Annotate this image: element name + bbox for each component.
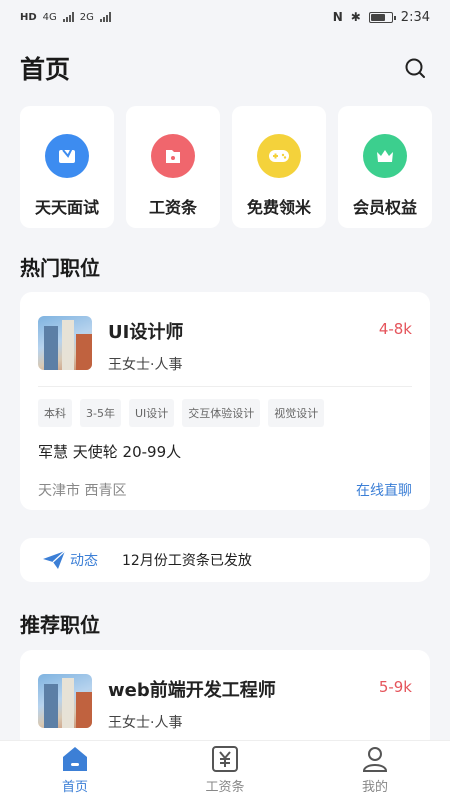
tab-home[interactable]: 首页: [0, 741, 150, 800]
nfc-icon: N: [332, 10, 343, 24]
chat-online-link[interactable]: 在线直聊: [356, 480, 412, 500]
hot-job-card[interactable]: UI设计师 王女士·人事 4-8k 本科 3-5年 UI设计 交互体验设计 视觉…: [20, 292, 430, 510]
job-tag: 3-5年: [80, 399, 121, 427]
tab-payslip[interactable]: 工资条: [150, 741, 300, 800]
status-bar: HD 4G 2G N ✱ 2:34: [0, 0, 450, 34]
recommended-job-card[interactable]: web前端开发工程师 王女士·人事 5-9k: [20, 650, 430, 750]
quick-action-payslip[interactable]: 工资条: [126, 106, 220, 228]
job-info: UI设计师 王女士·人事: [108, 316, 379, 374]
payslip-icon: [151, 134, 195, 178]
tab-bar: 首页 工资条 我的: [0, 740, 450, 800]
job-salary: 4-8k: [378, 320, 412, 338]
job-salary: 5-9k: [378, 678, 412, 696]
signal-2-label: 2G: [79, 11, 94, 23]
signal-icon: [99, 12, 111, 22]
quick-action-membership[interactable]: 会员权益: [338, 106, 432, 228]
job-header: UI设计师 王女士·人事 4-8k: [20, 292, 430, 374]
company-info: 军慧 天使轮 20-99人: [38, 443, 182, 461]
quick-action-free-rice[interactable]: 免费领米: [232, 106, 326, 228]
bluetooth-icon: ✱: [350, 10, 361, 24]
recommended-jobs-title: 推荐职位: [20, 613, 100, 637]
header: 首页: [20, 46, 430, 90]
yuan-icon: [212, 746, 238, 772]
job-tag: UI设计: [128, 399, 175, 427]
clock: 2:34: [400, 9, 430, 25]
tab-label: 工资条: [205, 780, 245, 795]
network-type: HD: [20, 11, 37, 23]
quick-action-label: 工资条: [148, 198, 197, 217]
job-header: web前端开发工程师 王女士·人事 5-9k: [20, 650, 430, 732]
home-icon: [63, 747, 87, 771]
quick-action-label: 免费领米: [246, 198, 311, 217]
job-title: UI设计师: [108, 322, 184, 343]
page-title: 首页: [20, 55, 71, 84]
hot-jobs-title: 热门职位: [20, 256, 100, 280]
news-bar[interactable]: 动态 12月份工资条已发放: [20, 538, 430, 582]
job-info: web前端开发工程师 王女士·人事: [108, 674, 379, 732]
search-button[interactable]: [400, 53, 430, 83]
tab-label: 首页: [61, 780, 88, 795]
job-contact: 王女士·人事: [108, 715, 183, 731]
interview-icon: [45, 134, 89, 178]
job-thumbnail: [38, 316, 92, 370]
job-tag: 交互体验设计: [182, 399, 261, 427]
battery-fill: [370, 13, 386, 21]
quick-action-label: 天天面试: [34, 198, 99, 217]
paper-plane-icon: [43, 550, 66, 569]
job-tag: 本科: [38, 399, 72, 427]
tab-profile[interactable]: 我的: [300, 741, 450, 800]
status-left: HD 4G 2G: [20, 12, 111, 23]
news-text: 12月份工资条已发放: [122, 553, 252, 569]
job-footer: 天津市 西青区 在线直聊: [20, 462, 430, 500]
tab-label: 我的: [361, 780, 388, 795]
signal-icon: [62, 12, 74, 22]
crown-icon: [363, 134, 407, 178]
news-label: 动态: [70, 553, 98, 569]
job-location: 天津市 西青区: [38, 483, 127, 499]
job-tags: 本科 3-5年 UI设计 交互体验设计 视觉设计: [20, 387, 430, 427]
status-right: N ✱ 2:34: [333, 10, 430, 25]
job-tag: 视觉设计: [268, 399, 325, 427]
quick-action-label: 会员权益: [352, 198, 417, 217]
job-title: web前端开发工程师: [108, 680, 276, 701]
job-contact: 王女士·人事: [108, 357, 183, 373]
job-thumbnail: [38, 674, 92, 728]
gamepad-icon: [257, 134, 301, 178]
profile-icon: [362, 747, 388, 772]
battery-icon: [368, 11, 396, 23]
signal-1-label: 4G: [42, 11, 57, 23]
quick-action-interview[interactable]: 天天面试: [20, 106, 114, 228]
quick-actions: 天天面试 工资条 免费领米 会员权益: [20, 106, 450, 228]
search-icon: [405, 58, 425, 78]
